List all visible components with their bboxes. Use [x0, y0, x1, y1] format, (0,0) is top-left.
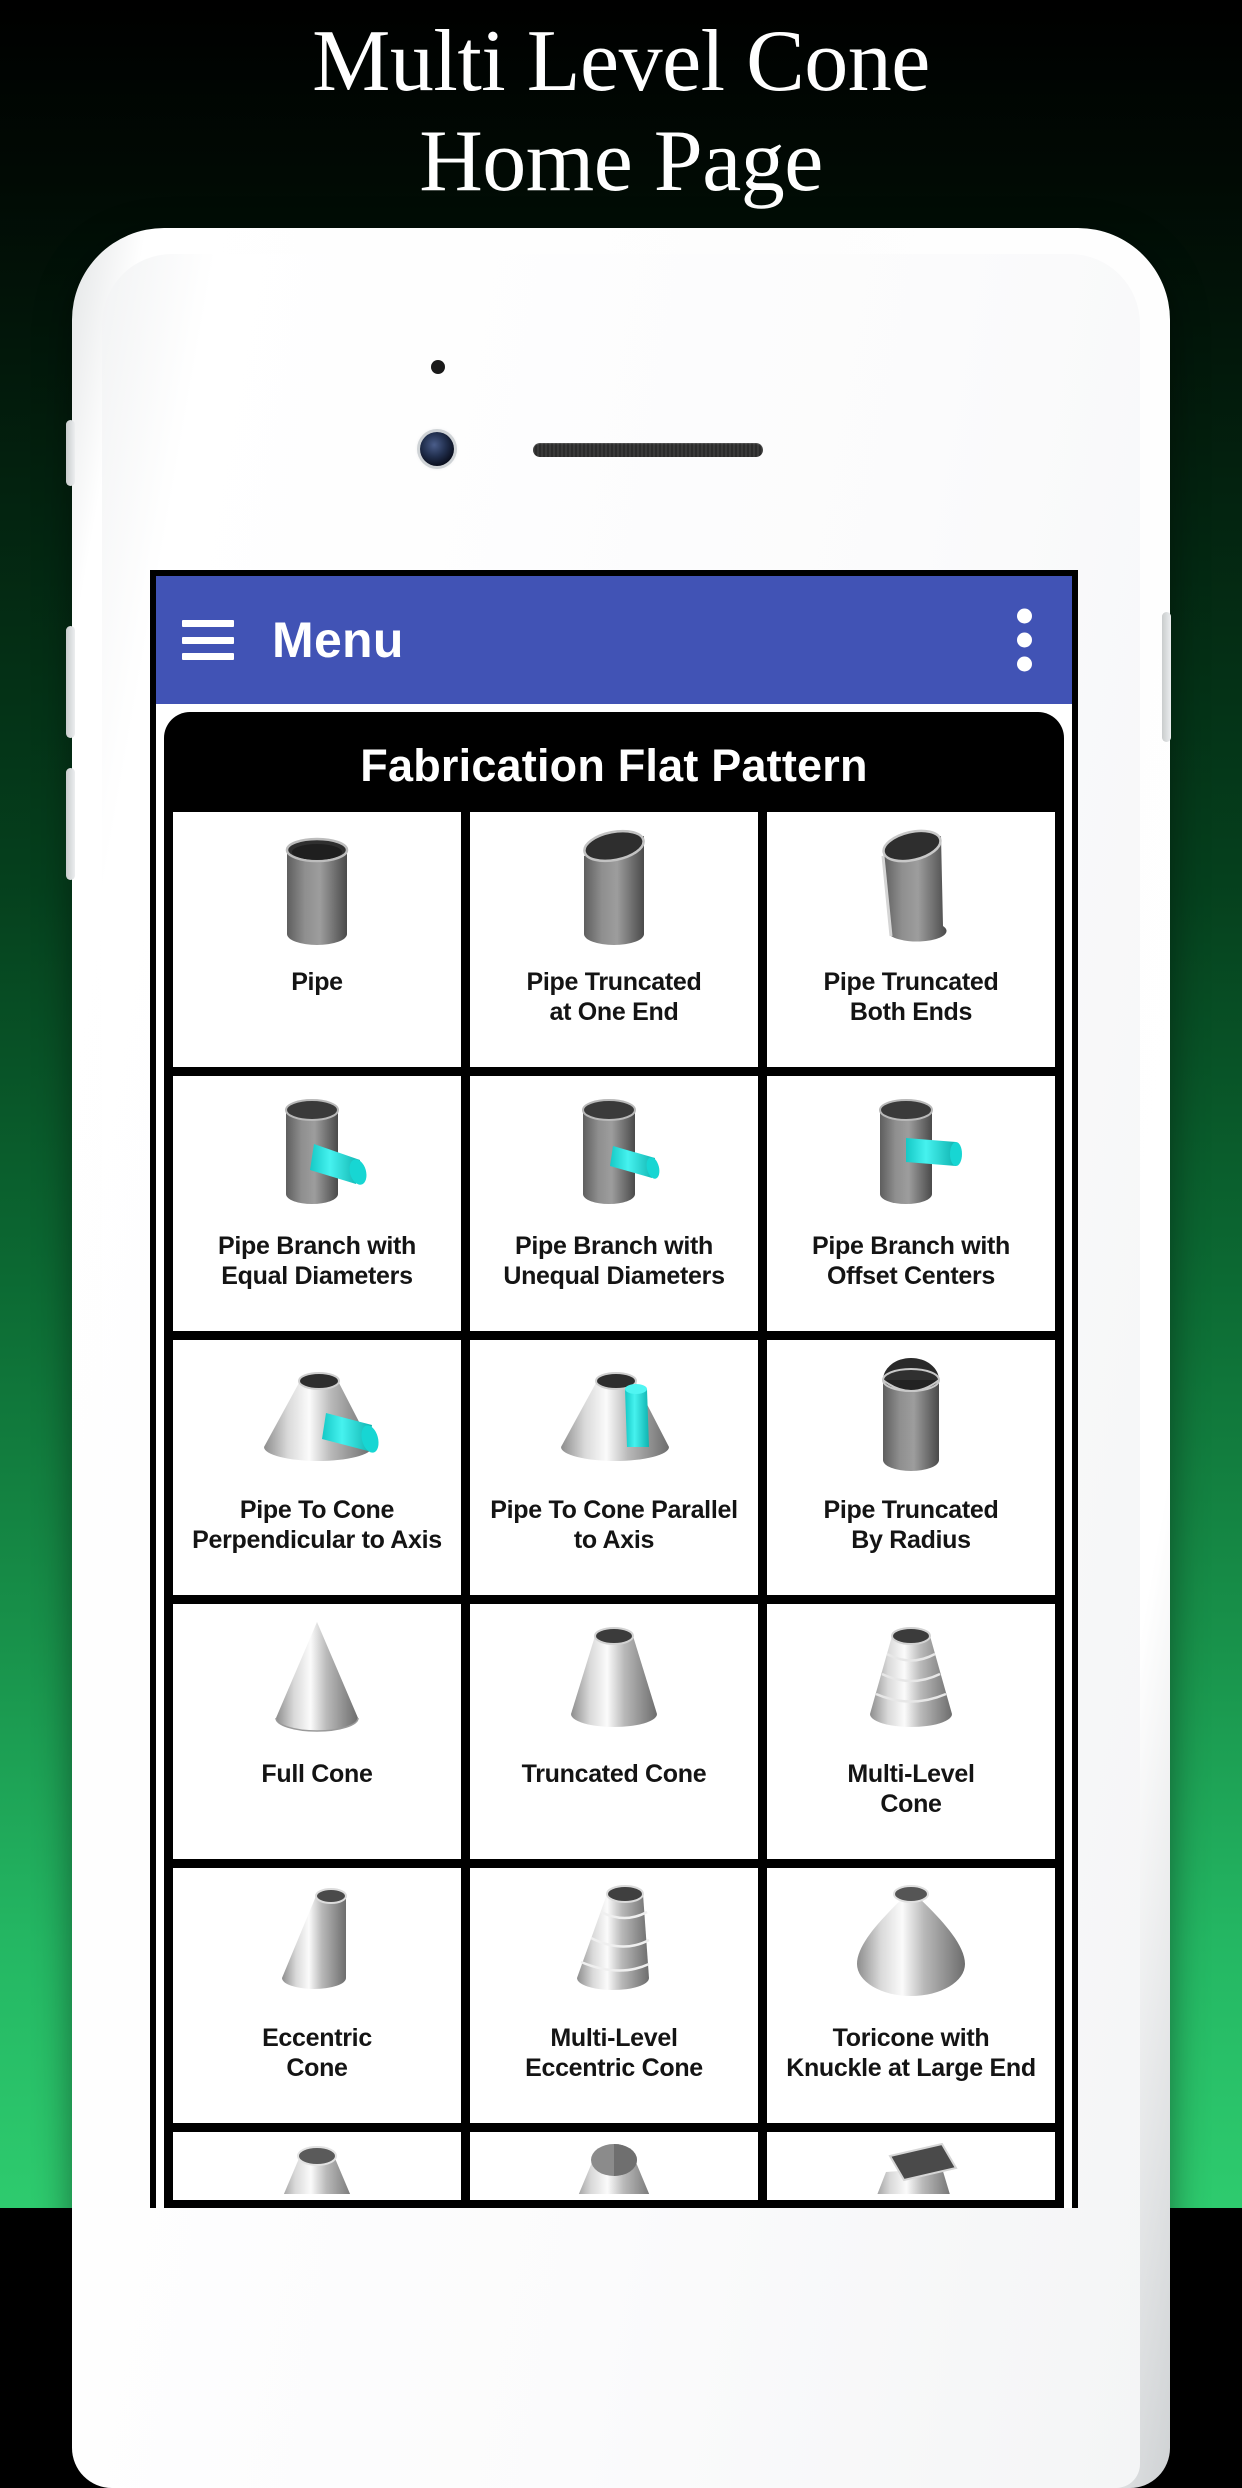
grid-cell-truncated-cone-icon[interactable]: Truncated Cone [470, 1604, 758, 1859]
grid-cell-label: Pipe Branch with Unequal Diameters [503, 1232, 725, 1290]
promo-title-line-1: Multi Level Cone [312, 13, 930, 110]
grid-cell-cylinder-pipe-icon[interactable]: Pipe [173, 812, 461, 1067]
app-bar: Menu [156, 576, 1072, 704]
multi-level-cone-icon [771, 1614, 1051, 1754]
phone-side-button-volume-down [66, 768, 75, 880]
grid-cell-label: Pipe To Cone Perpendicular to Axis [192, 1496, 442, 1554]
pipe-branch-unequal-icon [474, 1086, 754, 1226]
toricone-knuckle-icon [771, 1878, 1051, 2018]
grid-cell-label: Pipe [291, 968, 343, 996]
grid-cell-multi-level-eccentric-cone-icon[interactable]: Multi-Level Eccentric Cone [470, 1868, 758, 2123]
full-cone-icon [177, 1614, 457, 1754]
grid-cell-label: Pipe Branch with Equal Diameters [217, 1232, 416, 1290]
pipe-to-cone-perpendicular-icon [177, 1350, 457, 1490]
pipe-to-cone-parallel-icon [474, 1350, 754, 1490]
phone-side-button-mute [66, 420, 75, 486]
app-screen-content: Menu Fabrication Flat Pattern Pipe Pipe … [156, 576, 1072, 2208]
grid-cell-eccentric-cone-icon[interactable]: Eccentric Cone [173, 1868, 461, 2123]
phone-side-button-volume-up [66, 626, 75, 738]
eccentric-cone-icon [177, 1878, 457, 2018]
app-bar-title: Menu [272, 612, 404, 668]
grid-cell-pipe-truncated-radius-icon[interactable]: Pipe Truncated By Radius [767, 1340, 1055, 1595]
app-screen: Menu Fabrication Flat Pattern Pipe Pipe … [150, 570, 1078, 2208]
grid-cell-pipe-to-cone-parallel-icon[interactable]: Pipe To Cone Parallel to Axis [470, 1340, 758, 1595]
pipe-branch-equal-icon [177, 1086, 457, 1226]
grid-cell-pipe-truncated-both-ends-icon[interactable]: Pipe Truncated Both Ends [767, 812, 1055, 1067]
grid-cell-full-cone-icon[interactable]: Full Cone [173, 1604, 461, 1859]
earpiece-speaker-icon [533, 443, 763, 457]
promo-heading: Multi Level Cone Home Page [0, 0, 1242, 230]
grid-cell-pipe-branch-equal-icon[interactable]: Pipe Branch with Equal Diameters [173, 1076, 461, 1331]
grid-cell-label: Pipe Truncated Both Ends [823, 968, 999, 1026]
front-camera-icon [420, 432, 454, 466]
panel-title: Fabrication Flat Pattern [360, 740, 868, 791]
pipe-truncated-radius-icon [771, 1350, 1051, 1490]
grid-cell-pipe-to-cone-perpendicular-icon[interactable]: Pipe To Cone Perpendicular to Axis [173, 1340, 461, 1595]
grid-cell-label: Multi-Level Cone [847, 1760, 975, 1818]
grid-cell-toricone-knuckle-icon[interactable]: Toricone with Knuckle at Large End [767, 1868, 1055, 2123]
more-vertical-icon[interactable] [1017, 608, 1032, 672]
content-panel: Fabrication Flat Pattern Pipe Pipe Trunc… [164, 712, 1064, 2208]
grid-cell-label: Eccentric Cone [262, 2024, 372, 2082]
pipe-truncated-one-end-icon [474, 822, 754, 962]
truncated-cone-icon [474, 1614, 754, 1754]
promo-title-line-2: Home Page [419, 113, 823, 210]
reducer-offset-icon [177, 2138, 457, 2194]
grid-cell-pipe-branch-unequal-icon[interactable]: Pipe Branch with Unequal Diameters [470, 1076, 758, 1331]
pipe-truncated-both-ends-icon [771, 822, 1051, 962]
phone-side-button-power [1162, 612, 1171, 742]
grid-cell-reducer-round-icon[interactable] [470, 2132, 758, 2200]
grid-cell-label: Multi-Level Eccentric Cone [525, 2024, 703, 2082]
grid-cell-label: Truncated Cone [521, 1760, 707, 1788]
reducer-round-icon [474, 2138, 754, 2194]
cylinder-pipe-icon [177, 822, 457, 962]
grid-cell-label: Pipe Truncated at One End [526, 968, 702, 1026]
grid-cell-reducer-offset-icon[interactable] [173, 2132, 461, 2200]
grid-cell-pipe-truncated-one-end-icon[interactable]: Pipe Truncated at One End [470, 812, 758, 1067]
hamburger-icon[interactable] [182, 620, 234, 660]
square-to-round-icon [771, 2138, 1051, 2194]
grid-cell-square-to-round-icon[interactable] [767, 2132, 1055, 2200]
grid-cell-label: Full Cone [261, 1760, 373, 1788]
pipe-branch-offset-icon [771, 1086, 1051, 1226]
multi-level-eccentric-cone-icon [474, 1878, 754, 2018]
grid-cell-label: Pipe Truncated By Radius [823, 1496, 999, 1554]
grid-cell-multi-level-cone-icon[interactable]: Multi-Level Cone [767, 1604, 1055, 1859]
grid-cell-label: Pipe To Cone Parallel to Axis [490, 1496, 738, 1554]
grid-cell-label: Toricone with Knuckle at Large End [786, 2024, 1036, 2082]
proximity-sensor-icon [431, 360, 445, 374]
grid-cell-label: Pipe Branch with Offset Centers [811, 1232, 1010, 1290]
shape-grid: Pipe Pipe Truncated at One End Pipe Trun… [164, 812, 1064, 2200]
grid-cell-pipe-branch-offset-icon[interactable]: Pipe Branch with Offset Centers [767, 1076, 1055, 1331]
